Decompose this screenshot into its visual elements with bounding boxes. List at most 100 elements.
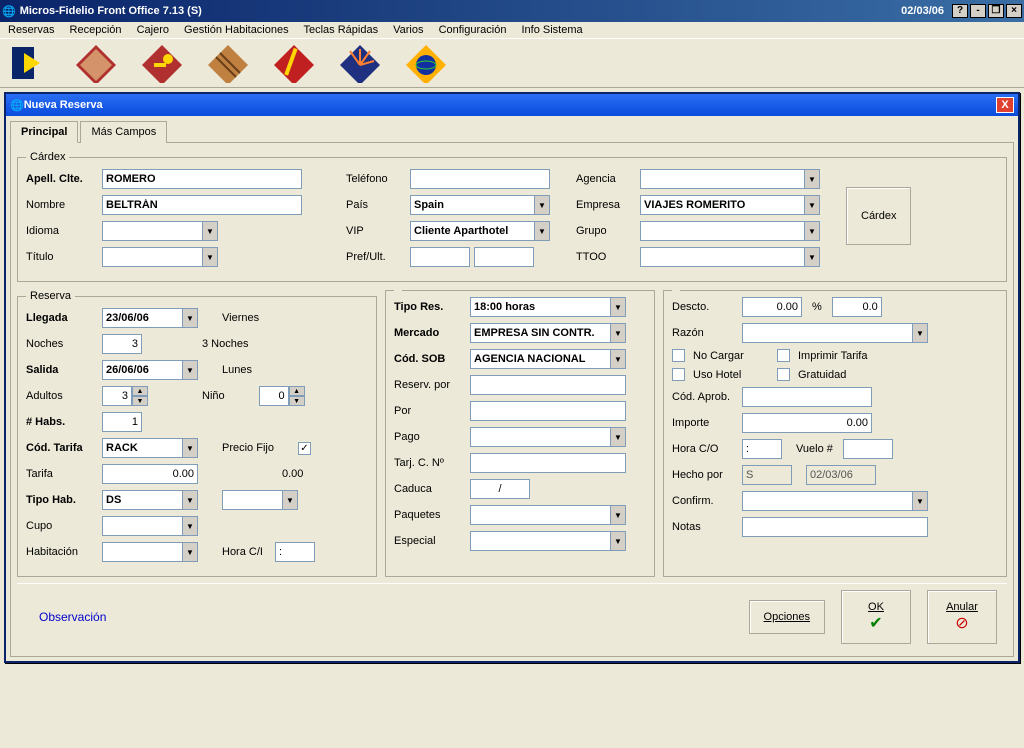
combo-vip[interactable]: ▼ bbox=[410, 221, 550, 241]
input-horaci[interactable] bbox=[275, 542, 315, 562]
chevron-down-icon[interactable]: ▼ bbox=[182, 360, 198, 380]
menu-config[interactable]: Configuración bbox=[439, 24, 507, 36]
menu-varios[interactable]: Varios bbox=[393, 24, 423, 36]
chevron-up-icon[interactable]: ▲ bbox=[132, 386, 148, 396]
chevron-down-icon[interactable]: ▼ bbox=[182, 438, 198, 458]
combo-codtarifa[interactable]: ▼ bbox=[102, 438, 198, 458]
combo-especial[interactable]: ▼ bbox=[470, 531, 626, 551]
anular-button[interactable]: Anular⊘ bbox=[927, 590, 997, 644]
menu-teclas[interactable]: Teclas Rápidas bbox=[303, 24, 378, 36]
toolbar-pen-icon[interactable] bbox=[270, 43, 318, 83]
combo-razon[interactable]: ▼ bbox=[742, 323, 928, 343]
combo-cupo[interactable]: ▼ bbox=[102, 516, 198, 536]
tab-principal[interactable]: Principal bbox=[10, 121, 78, 143]
chk-preciofijo[interactable]: ✓ bbox=[298, 442, 311, 455]
chevron-down-icon[interactable]: ▼ bbox=[182, 308, 198, 328]
combo-pago[interactable]: ▼ bbox=[470, 427, 626, 447]
chevron-down-icon[interactable]: ▼ bbox=[202, 247, 218, 267]
cardex-button[interactable]: Cárdex bbox=[846, 187, 911, 245]
toolbar-fan-icon[interactable] bbox=[336, 43, 384, 83]
dialog-close-button[interactable]: X bbox=[996, 97, 1014, 113]
input-horaco[interactable] bbox=[742, 439, 782, 459]
combo-codsob[interactable]: ▼ bbox=[470, 349, 626, 369]
close-button[interactable]: × bbox=[1006, 4, 1022, 18]
input-tarjc[interactable] bbox=[470, 453, 626, 473]
tab-mas-campos[interactable]: Más Campos bbox=[80, 121, 167, 143]
chevron-down-icon[interactable]: ▼ bbox=[804, 195, 820, 215]
help-button[interactable]: ? bbox=[952, 4, 968, 18]
menu-gestion[interactable]: Gestión Habitaciones bbox=[184, 24, 289, 36]
input-telefono[interactable] bbox=[410, 169, 550, 189]
chevron-down-icon[interactable]: ▼ bbox=[534, 221, 550, 241]
chevron-down-icon[interactable]: ▼ bbox=[610, 505, 626, 525]
combo-llegada[interactable]: ▼ bbox=[102, 308, 198, 328]
chevron-down-icon[interactable]: ▼ bbox=[804, 221, 820, 241]
combo-grupo[interactable]: ▼ bbox=[640, 221, 820, 241]
opciones-button[interactable]: Opciones bbox=[749, 600, 825, 634]
chevron-down-icon[interactable]: ▼ bbox=[912, 323, 928, 343]
menu-reservas[interactable]: Reservas bbox=[8, 24, 54, 36]
spin-adultos[interactable]: ▲▼ bbox=[102, 386, 148, 406]
spin-nino[interactable]: ▲▼ bbox=[259, 386, 305, 406]
combo-mercado[interactable]: ▼ bbox=[470, 323, 626, 343]
chevron-down-icon[interactable]: ▼ bbox=[182, 542, 198, 562]
minimize-button[interactable]: - bbox=[970, 4, 986, 18]
combo-tipohab2[interactable]: ▼ bbox=[222, 490, 298, 510]
chevron-down-icon[interactable]: ▼ bbox=[610, 427, 626, 447]
input-pref2[interactable] bbox=[474, 247, 534, 267]
input-noches[interactable] bbox=[102, 334, 142, 354]
chevron-down-icon[interactable]: ▼ bbox=[289, 396, 305, 406]
chevron-down-icon[interactable]: ▼ bbox=[282, 490, 298, 510]
chk-nocargar[interactable] bbox=[672, 349, 685, 362]
chk-usohotel[interactable] bbox=[672, 368, 685, 381]
combo-empresa[interactable]: ▼ bbox=[640, 195, 820, 215]
toolbar-globe-icon[interactable] bbox=[402, 43, 450, 83]
combo-tipores[interactable]: ▼ bbox=[470, 297, 626, 317]
toolbar-book-icon[interactable] bbox=[72, 43, 120, 83]
combo-idioma[interactable]: ▼ bbox=[102, 221, 218, 241]
chevron-down-icon[interactable]: ▼ bbox=[804, 169, 820, 189]
chevron-down-icon[interactable]: ▼ bbox=[202, 221, 218, 241]
input-reservpor[interactable] bbox=[470, 375, 626, 395]
chevron-down-icon[interactable]: ▼ bbox=[610, 531, 626, 551]
combo-tipohab[interactable]: ▼ bbox=[102, 490, 198, 510]
toolbar-waffle-icon[interactable] bbox=[204, 43, 252, 83]
combo-ttoo[interactable]: ▼ bbox=[640, 247, 820, 267]
input-por[interactable] bbox=[470, 401, 626, 421]
input-notas[interactable] bbox=[742, 517, 928, 537]
toolbar-exit-icon[interactable] bbox=[6, 43, 54, 83]
chevron-down-icon[interactable]: ▼ bbox=[610, 349, 626, 369]
menu-cajero[interactable]: Cajero bbox=[137, 24, 169, 36]
chevron-down-icon[interactable]: ▼ bbox=[804, 247, 820, 267]
combo-pais[interactable]: ▼ bbox=[410, 195, 550, 215]
combo-salida[interactable]: ▼ bbox=[102, 360, 198, 380]
chevron-down-icon[interactable]: ▼ bbox=[912, 491, 928, 511]
combo-agencia[interactable]: ▼ bbox=[640, 169, 820, 189]
toolbar-key-icon[interactable] bbox=[138, 43, 186, 83]
menu-info[interactable]: Info Sistema bbox=[522, 24, 583, 36]
input-vuelo[interactable] bbox=[843, 439, 893, 459]
input-descto[interactable] bbox=[742, 297, 802, 317]
input-nombre[interactable] bbox=[102, 195, 302, 215]
combo-confirm[interactable]: ▼ bbox=[742, 491, 928, 511]
menu-recepcion[interactable]: Recepción bbox=[70, 24, 122, 36]
combo-habitacion[interactable]: ▼ bbox=[102, 542, 198, 562]
input-importe[interactable] bbox=[742, 413, 872, 433]
chk-gratuidad[interactable] bbox=[777, 368, 790, 381]
ok-button[interactable]: OK✔ bbox=[841, 590, 911, 644]
input-tarifa[interactable] bbox=[102, 464, 198, 484]
chevron-up-icon[interactable]: ▲ bbox=[289, 386, 305, 396]
input-pref1[interactable] bbox=[410, 247, 470, 267]
chevron-down-icon[interactable]: ▼ bbox=[610, 323, 626, 343]
chevron-down-icon[interactable]: ▼ bbox=[610, 297, 626, 317]
combo-paquetes[interactable]: ▼ bbox=[470, 505, 626, 525]
chk-imprimir[interactable] bbox=[777, 349, 790, 362]
restore-button[interactable]: ❐ bbox=[988, 4, 1004, 18]
input-caduca[interactable] bbox=[470, 479, 530, 499]
input-codaprob[interactable] bbox=[742, 387, 872, 407]
input-desctopct[interactable] bbox=[832, 297, 882, 317]
input-apell[interactable] bbox=[102, 169, 302, 189]
input-habs[interactable] bbox=[102, 412, 142, 432]
chevron-down-icon[interactable]: ▼ bbox=[132, 396, 148, 406]
chevron-down-icon[interactable]: ▼ bbox=[534, 195, 550, 215]
